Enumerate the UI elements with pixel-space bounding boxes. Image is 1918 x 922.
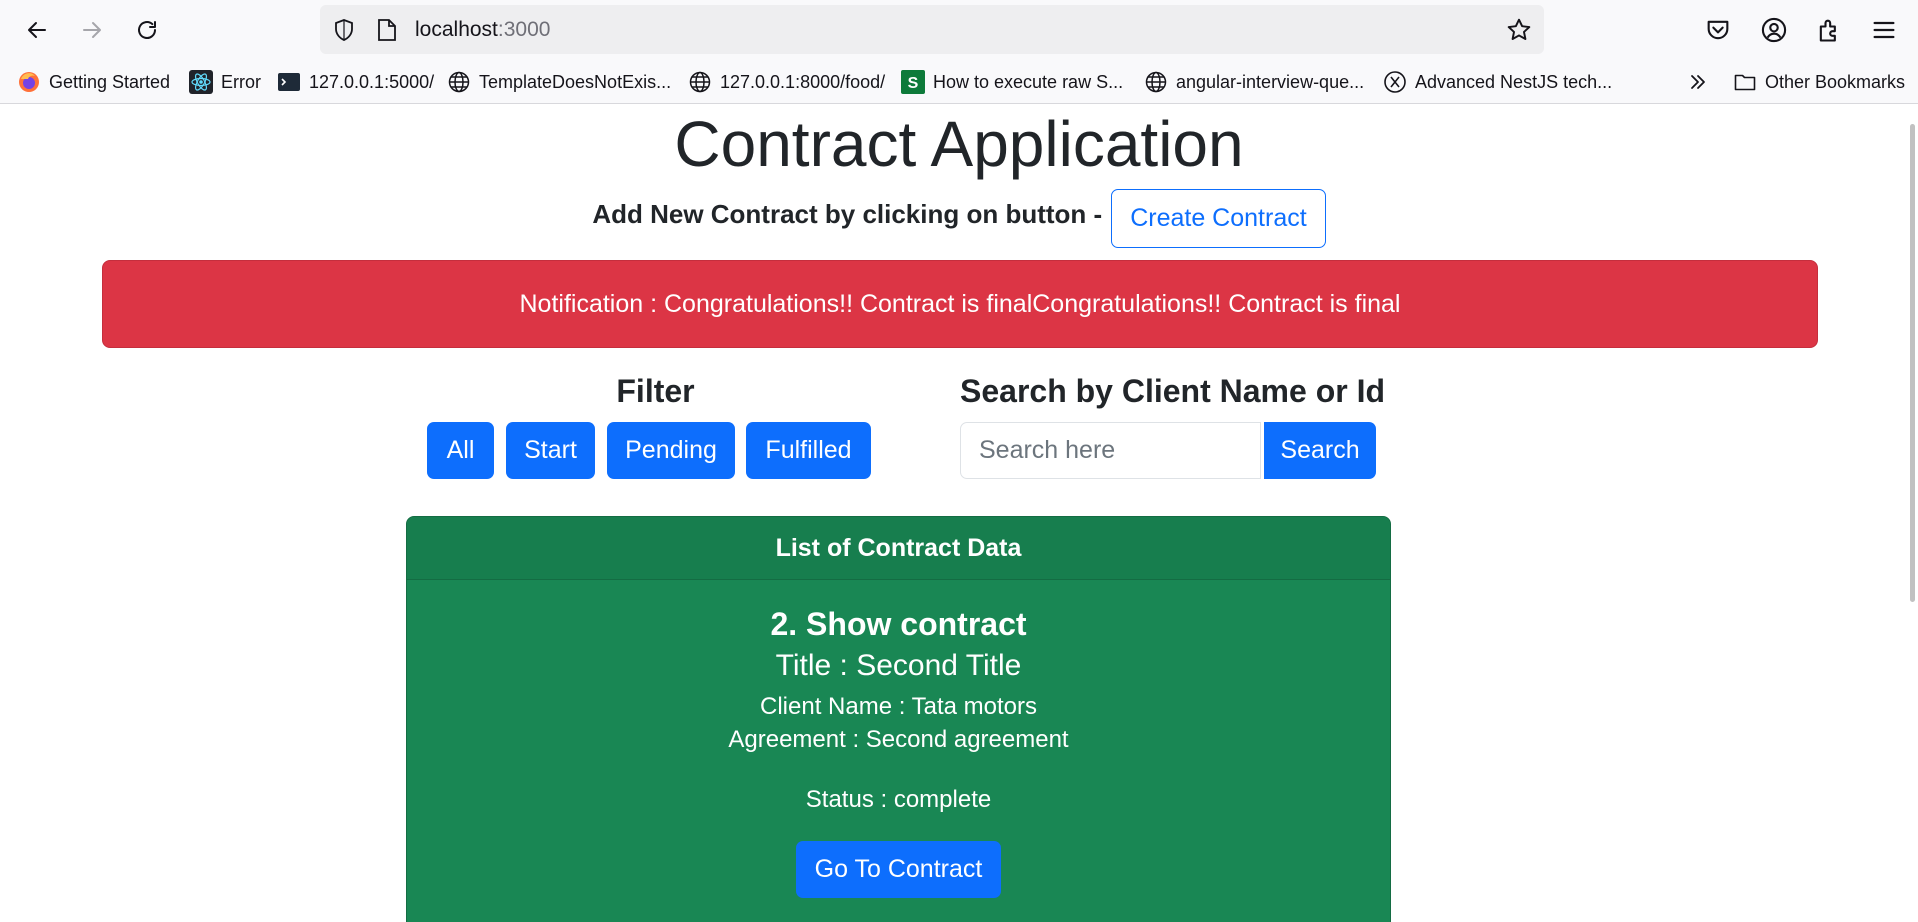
bookmark-error[interactable]: Error (189, 70, 261, 94)
contract-heading: 2. Show contract (770, 606, 1027, 642)
react-icon (189, 70, 213, 94)
add-contract-row: Add New Contract by clicking on button -… (0, 189, 1918, 248)
contract-title: Title : Second Title (775, 649, 1022, 682)
double-chevron-right-icon (1686, 70, 1710, 94)
s-logo-icon: S (901, 70, 925, 94)
firefox-icon (17, 70, 41, 94)
bookmark-raw-sql[interactable]: S How to execute raw S... (901, 70, 1123, 94)
filter-all-button[interactable]: All (427, 422, 494, 479)
bookmark-nestjs[interactable]: Advanced NestJS tech... (1383, 70, 1612, 94)
menu-icon[interactable] (1870, 16, 1898, 44)
bookmark-getting-started[interactable]: Getting Started (17, 70, 170, 94)
folder-icon (1733, 70, 1757, 94)
bookmark-angular-interview[interactable]: angular-interview-que... (1144, 70, 1364, 94)
arrow-left-icon (28, 22, 46, 38)
url-host: localhost (415, 18, 498, 41)
globe-icon (447, 70, 471, 94)
url-text[interactable]: localhost:3000 (415, 18, 550, 42)
page-title: Contract Application (674, 108, 1244, 180)
forward-button[interactable] (72, 10, 112, 50)
bookmarks-overflow-button[interactable] (1686, 70, 1718, 94)
bookmark-localhost-5000[interactable]: 127.0.0.1:5000/ (277, 70, 434, 94)
url-port: :3000 (497, 18, 551, 41)
back-button[interactable] (17, 10, 57, 50)
bookmark-label: 127.0.0.1:8000/food/ (720, 71, 886, 92)
globe-icon (688, 70, 712, 94)
x-circle-icon (1383, 70, 1407, 94)
pocket-icon[interactable] (1704, 16, 1732, 44)
card-body: 2. Show contract Title : Second Title Cl… (407, 604, 1390, 898)
bookmarks-bar: Getting Started Error 127.0.0.1:5000/ Te… (0, 60, 1918, 104)
reload-icon (138, 21, 156, 39)
go-to-contract-button[interactable]: Go To Contract (795, 841, 1002, 898)
account-icon[interactable] (1760, 16, 1788, 44)
extensions-icon[interactable] (1815, 16, 1843, 44)
browser-toolbar: localhost:3000 (0, 0, 1918, 60)
card-header: List of Contract Data (407, 517, 1390, 580)
bookmark-label: Error (221, 71, 261, 92)
contract-client-name: Client Name : Tata motors (760, 693, 1037, 720)
bookmark-label: 127.0.0.1:5000/ (309, 71, 435, 92)
arrow-right-icon (83, 22, 101, 38)
other-bookmarks[interactable]: Other Bookmarks (1733, 70, 1905, 94)
address-bar[interactable]: localhost:3000 (320, 5, 1544, 54)
search-input[interactable] (960, 422, 1261, 479)
bookmark-star-icon[interactable] (1506, 17, 1532, 43)
globe-icon (1144, 70, 1168, 94)
notification-text: Notification : Congratulations!! Contrac… (519, 289, 1401, 318)
add-contract-label: Add New Contract by clicking on button - (592, 199, 1103, 229)
bookmark-label: How to execute raw S... (933, 71, 1124, 92)
svg-text:S: S (908, 75, 919, 92)
bookmark-label: TemplateDoesNotExis... (479, 71, 672, 92)
other-bookmarks-label: Other Bookmarks (1765, 71, 1906, 92)
contract-list-card: List of Contract Data 2. Show contract T… (406, 516, 1391, 922)
contract-agreement: Agreement : Second agreement (728, 726, 1069, 753)
search-button[interactable]: Search (1264, 422, 1376, 479)
filter-title: Filter (616, 373, 695, 409)
bookmark-label: angular-interview-que... (1176, 71, 1365, 92)
bookmark-template-error[interactable]: TemplateDoesNotExis... (447, 70, 671, 94)
terminal-icon (277, 70, 301, 94)
bookmark-label: Advanced NestJS tech... (1415, 71, 1613, 92)
shield-icon[interactable] (332, 18, 356, 42)
filter-start-button[interactable]: Start (506, 422, 595, 479)
page-icon (378, 19, 396, 41)
search-title: Search by Client Name or Id (960, 373, 1386, 409)
filter-pending-button[interactable]: Pending (607, 422, 735, 479)
filter-fulfilled-button[interactable]: Fulfilled (746, 422, 871, 479)
bookmark-label: Getting Started (49, 71, 171, 92)
reload-button[interactable] (127, 10, 167, 50)
bookmark-localhost-food[interactable]: 127.0.0.1:8000/food/ (688, 70, 885, 94)
notification-alert: Notification : Congratulations!! Contrac… (102, 260, 1818, 348)
create-contract-button[interactable]: Create Contract (1111, 189, 1326, 248)
contract-status: Status : complete (805, 786, 992, 813)
